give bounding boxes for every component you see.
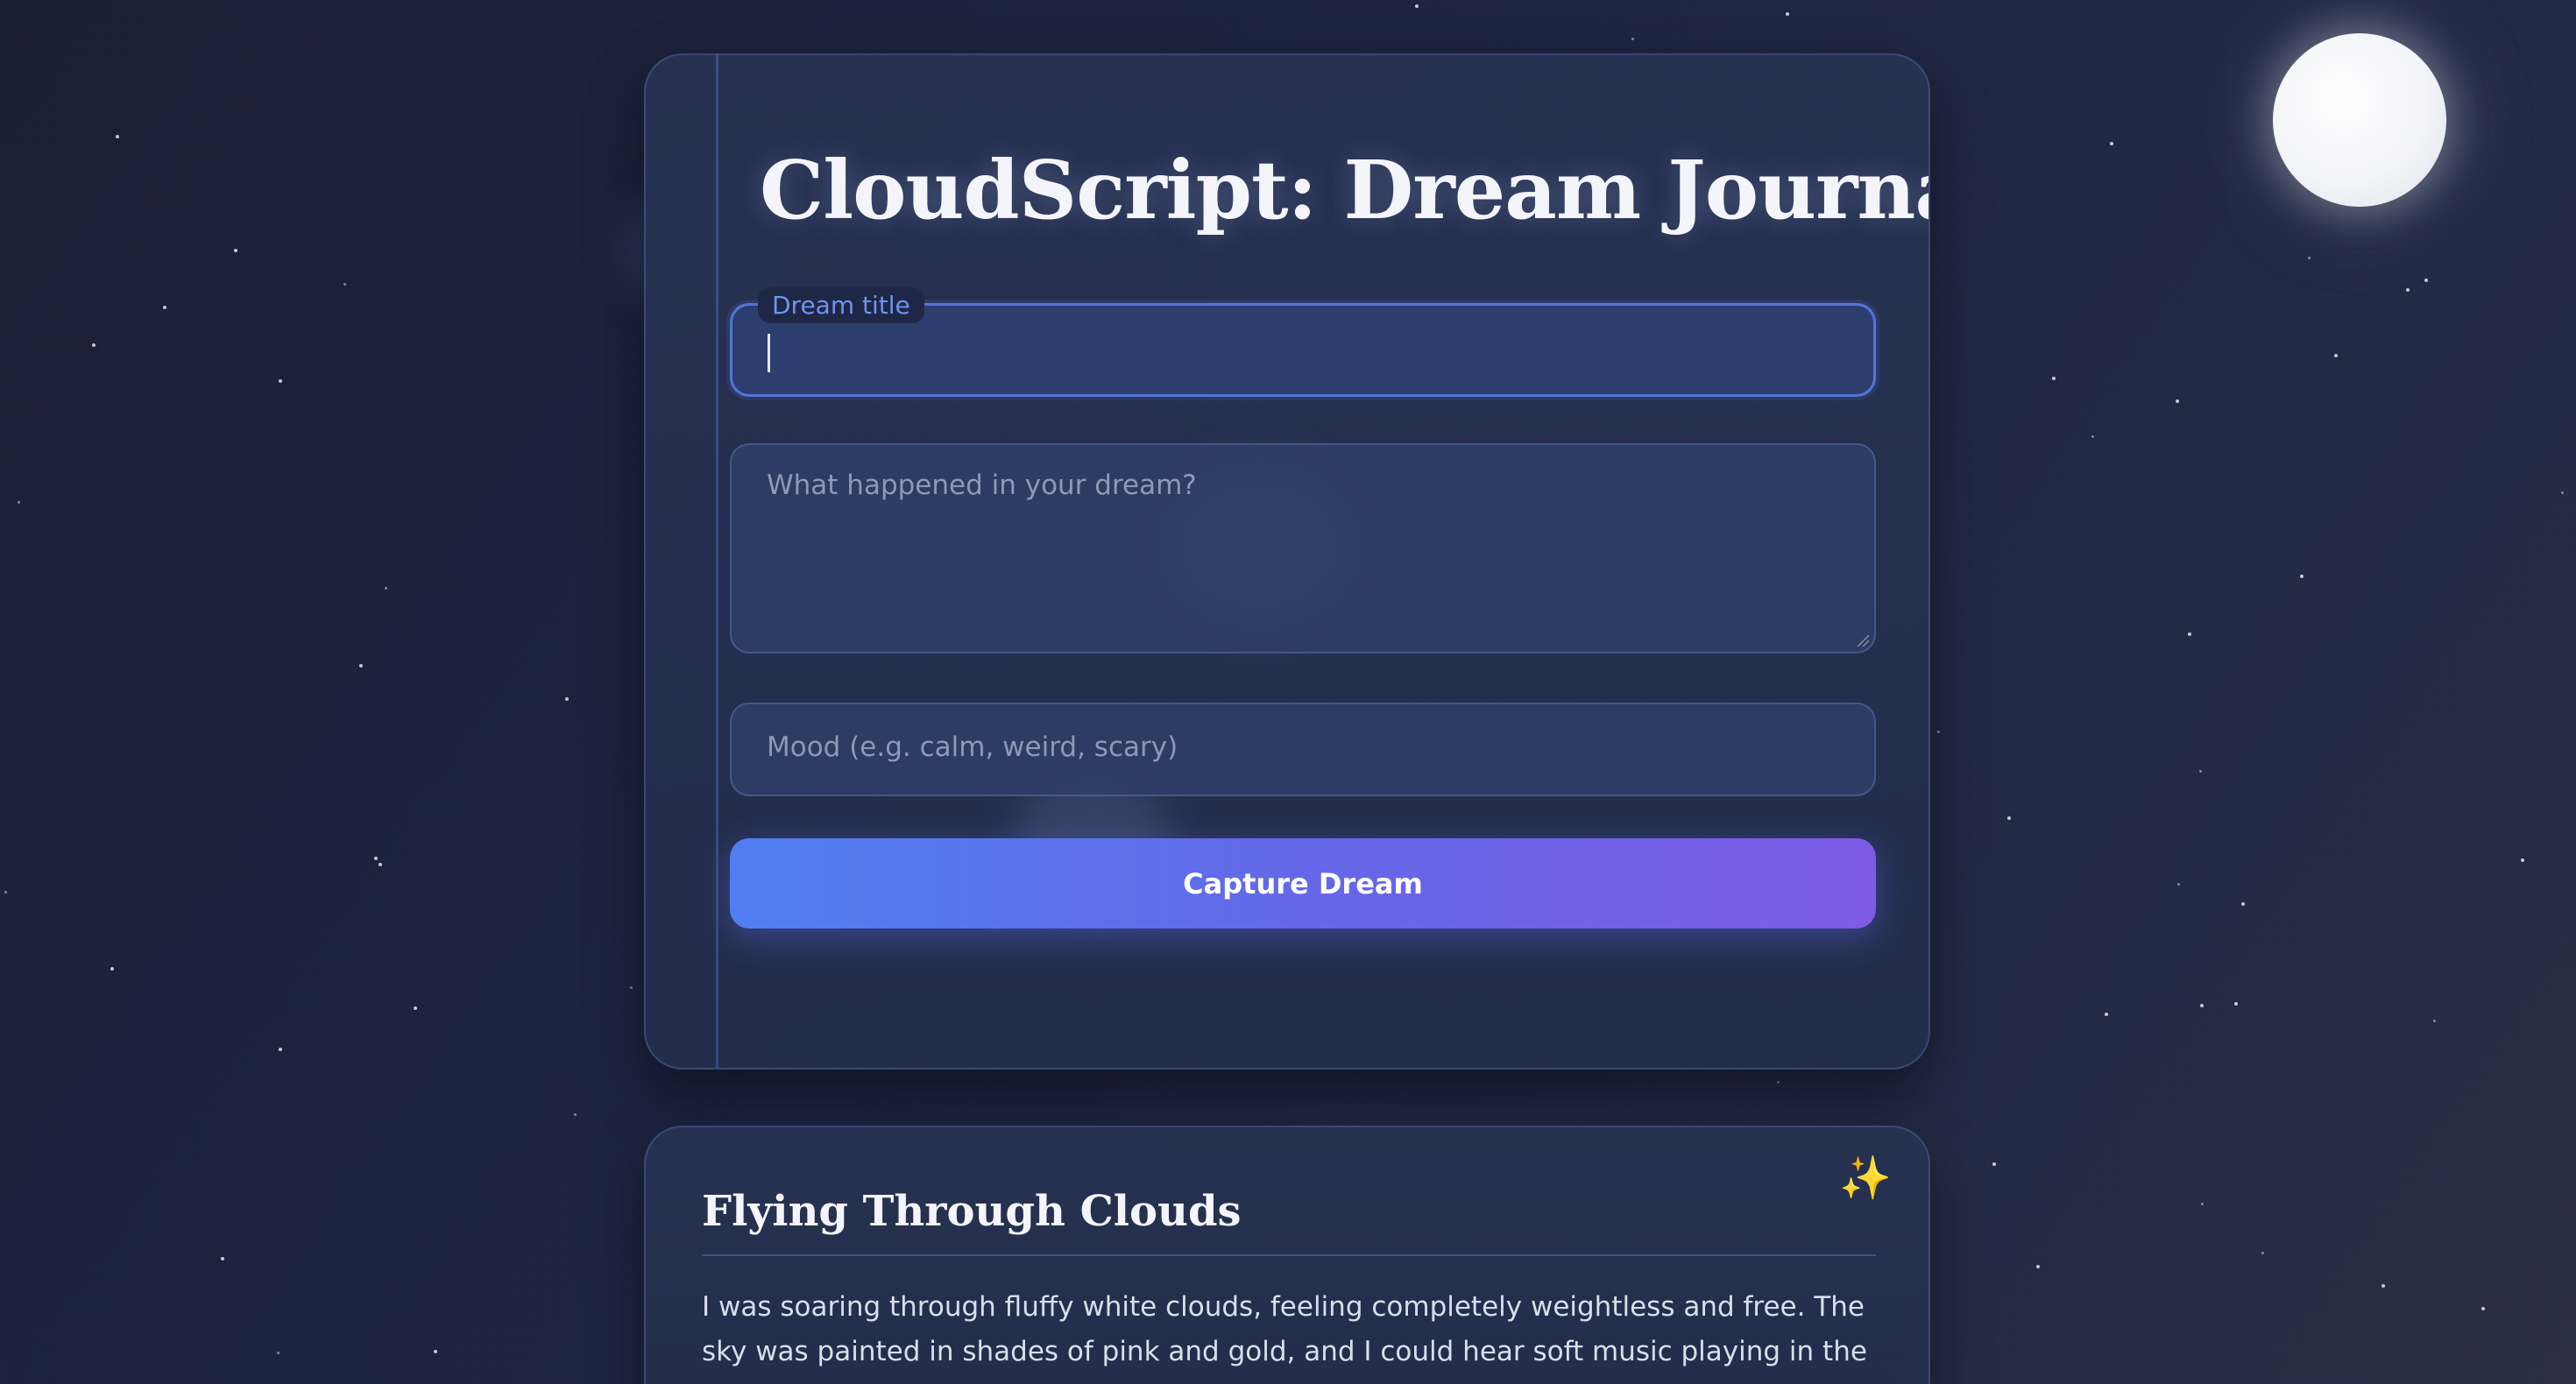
dream-description-textarea[interactable]: What happened in your dream? bbox=[730, 443, 1876, 653]
star bbox=[2199, 770, 2202, 773]
star bbox=[565, 697, 569, 701]
star bbox=[92, 343, 96, 347]
star bbox=[2007, 816, 2011, 820]
star bbox=[2201, 1203, 2204, 1205]
star bbox=[574, 1113, 577, 1116]
star bbox=[221, 1257, 224, 1260]
star bbox=[1992, 1162, 1996, 1166]
star bbox=[2381, 1284, 2385, 1288]
star bbox=[2091, 435, 2094, 438]
sparkles-icon: ✨ bbox=[1839, 1154, 1892, 1203]
star bbox=[359, 664, 363, 667]
dream-entry-card[interactable]: ✨ Flying Through Clouds I was soaring th… bbox=[644, 1126, 1930, 1384]
star bbox=[4, 891, 7, 893]
star bbox=[1777, 1081, 1780, 1084]
mood-input[interactable]: Mood (e.g. calm, weird, scary) bbox=[730, 703, 1876, 796]
dream-entry-form: CloudScript: Dream Journal Dream title W… bbox=[644, 53, 1930, 1070]
star bbox=[2176, 399, 2179, 403]
star bbox=[374, 857, 378, 860]
star bbox=[2261, 1252, 2264, 1254]
star bbox=[2052, 377, 2056, 380]
dream-title-label: Dream title bbox=[758, 287, 924, 323]
star bbox=[279, 1048, 282, 1051]
star bbox=[279, 379, 282, 383]
star bbox=[2334, 354, 2338, 357]
star bbox=[630, 986, 633, 989]
entry-body: I was soaring through fluffy white cloud… bbox=[702, 1291, 1867, 1367]
star bbox=[1631, 38, 1634, 40]
star bbox=[379, 863, 382, 866]
notebook-margin-line bbox=[716, 55, 718, 1068]
resize-handle-icon[interactable] bbox=[1857, 634, 1869, 646]
star bbox=[2300, 575, 2304, 578]
star bbox=[2481, 1307, 2485, 1310]
star bbox=[234, 249, 237, 252]
star bbox=[2561, 491, 2564, 494]
star bbox=[277, 1352, 280, 1354]
star bbox=[2188, 632, 2191, 636]
star bbox=[2433, 1020, 2436, 1022]
star bbox=[343, 283, 346, 286]
star bbox=[434, 1350, 437, 1353]
text-cursor bbox=[768, 334, 770, 372]
star bbox=[18, 501, 20, 504]
star bbox=[2200, 1004, 2204, 1007]
star bbox=[110, 967, 114, 971]
star bbox=[2110, 142, 2113, 145]
star bbox=[2406, 288, 2410, 292]
entry-title: Flying Through Clouds bbox=[702, 1187, 1242, 1236]
star bbox=[1786, 12, 1789, 16]
star bbox=[385, 587, 387, 590]
star bbox=[2036, 1265, 2040, 1268]
star bbox=[163, 306, 166, 309]
star bbox=[2521, 858, 2524, 862]
star bbox=[1937, 731, 1940, 733]
moon bbox=[2273, 33, 2446, 207]
star bbox=[116, 135, 119, 138]
capture-dream-button[interactable]: Capture Dream bbox=[730, 838, 1876, 929]
star bbox=[2105, 1013, 2108, 1016]
star bbox=[2424, 279, 2428, 282]
dream-description-placeholder: What happened in your dream? bbox=[767, 470, 1197, 501]
star bbox=[414, 1006, 417, 1010]
star bbox=[2308, 257, 2311, 259]
star bbox=[1415, 4, 1419, 8]
star bbox=[2234, 1002, 2238, 1006]
mood-placeholder: Mood (e.g. calm, weird, scary) bbox=[767, 731, 1178, 763]
page-title: CloudScript: Dream Journal bbox=[760, 143, 1930, 237]
star bbox=[2241, 902, 2245, 906]
star bbox=[2177, 883, 2180, 886]
divider bbox=[702, 1254, 1876, 1256]
